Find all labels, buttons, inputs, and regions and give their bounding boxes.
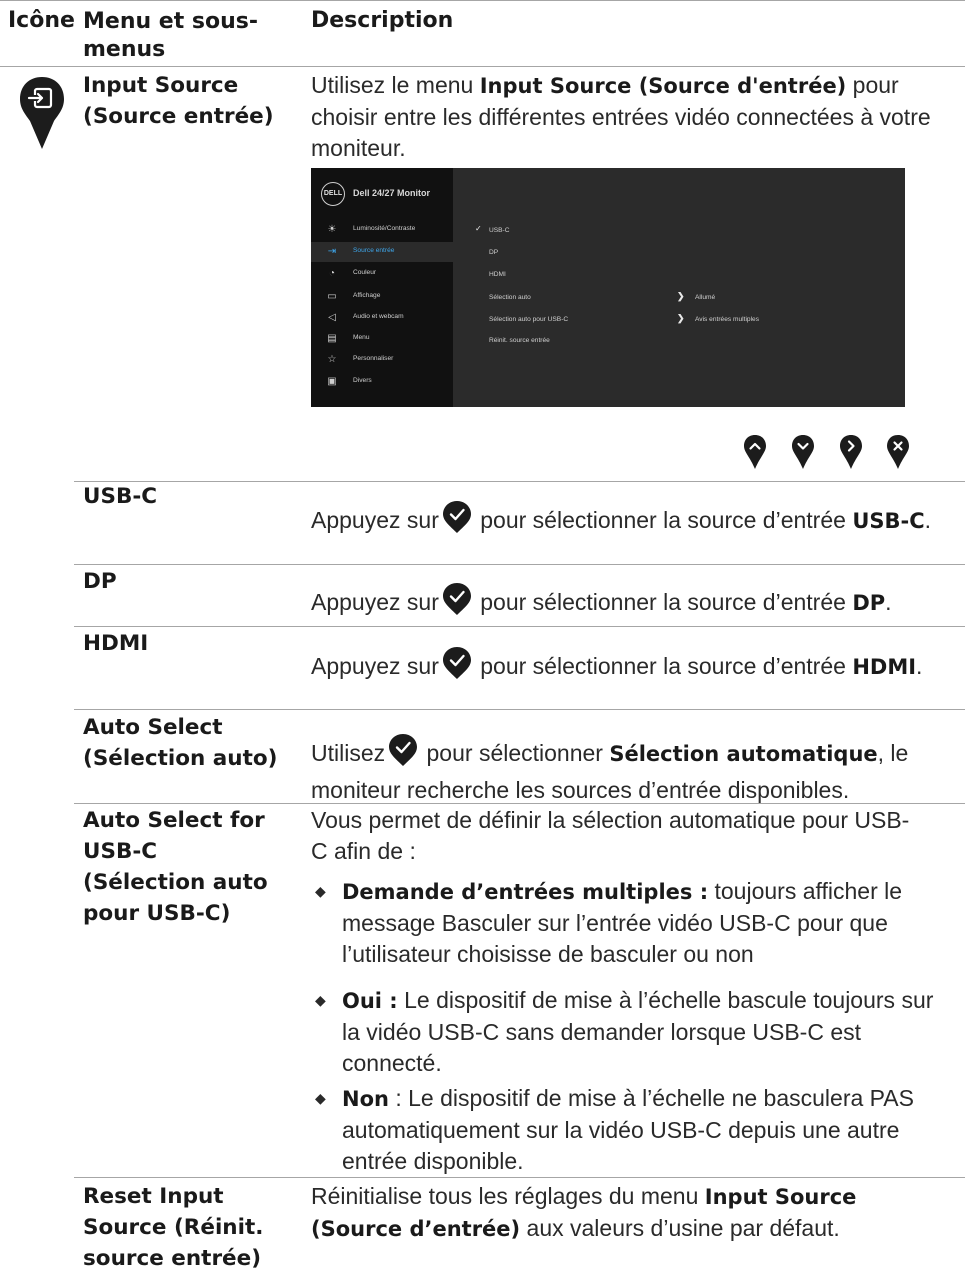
joystick-icons (742, 433, 912, 473)
row-rule (74, 1177, 965, 1178)
list-item: ◆ Oui : Le dispositif de mise à l’échelle… (315, 987, 934, 1076)
input-source-icon (17, 75, 67, 151)
osd-option-hdmi: HDMI (489, 271, 506, 278)
dp-description: Appuyez sur pour sélectionner la source … (311, 582, 951, 624)
osd-option-auto-select: Sélection auto (489, 294, 531, 301)
osd-menu-item-others: ▣ Divers (311, 372, 453, 392)
osd-menu-item-menu: ▤ Menu (311, 329, 453, 349)
display-icon: ▭ (327, 291, 337, 302)
row-rule (74, 709, 965, 710)
osd-menu-item-personalize: ☆ Personnaliser (311, 350, 453, 370)
up-icon (744, 435, 766, 469)
auto-select-description: Utilisez pour sélectionner Sélection aut… (311, 733, 951, 806)
usbc-description: Appuyez sur pour sélectionner la source … (311, 500, 931, 542)
bullet-icon: ◆ (315, 1090, 326, 1106)
menu-hdmi: HDMI (83, 631, 149, 656)
list-item: ◆ Non : Le dispositif de mise à l’échelle… (315, 1085, 914, 1174)
check-icon (442, 500, 472, 542)
osd-option-dp: DP (489, 249, 499, 256)
osd-option-usbc: USB-C (489, 227, 510, 234)
header-description-column: Description (311, 8, 454, 33)
chevron-right-icon: ❯ (677, 291, 685, 301)
input-source-icon: ⇥ (327, 246, 337, 257)
row-rule (74, 803, 965, 804)
osd-value-auto-select-usbc: Avis entrées multiples (695, 316, 760, 323)
star-icon: ☆ (327, 354, 337, 365)
osd-menu-item-display: ▭ Affichage (311, 287, 453, 307)
color-icon: ◔ (328, 268, 336, 279)
osd-menu-item-color: ◔ Couleur (311, 264, 453, 284)
osd-option-reset: Réinit. source entrée (489, 337, 550, 344)
row-rule (74, 564, 965, 565)
bullet-icon: ◆ (315, 883, 326, 899)
check-icon (442, 646, 472, 688)
check-icon: ✓ (475, 224, 482, 233)
auto-select-usbc-intro: Vous permet de définir la sélection auto… (311, 807, 910, 864)
check-icon (388, 733, 418, 775)
menu-auto-select: Auto Select (Sélection auto) (83, 715, 278, 771)
menu-reset-input-source: Reset Input Source (Réinit. source entré… (83, 1184, 264, 1271)
header-rule (0, 66, 965, 67)
menu-dp: DP (83, 569, 117, 594)
right-icon (840, 435, 862, 469)
chevron-right-icon: ❯ (677, 313, 685, 323)
osd-screenshot: DELL Dell 24/27 Monitor ☀ Luminosité/Cont… (311, 168, 905, 407)
osd-option-auto-select-usbc: Sélection auto pour USB-C (489, 316, 569, 323)
bullet-icon: ◆ (315, 992, 326, 1008)
audio-icon: ◁ (328, 312, 336, 323)
check-icon (442, 582, 472, 624)
osd-value-auto-select: Allumé (695, 294, 716, 301)
input-source-description: Utilisez le menu Input Source (Source d'… (311, 72, 931, 161)
down-icon (792, 435, 814, 469)
table-top-rule (0, 0, 965, 1)
menu-icon: ▤ (327, 333, 337, 344)
close-icon (887, 435, 909, 469)
menu-auto-select-usbc: Auto Select for USB-C (Sélection auto po… (83, 808, 268, 926)
menu-input-source: Input Source (Source entrée) (83, 73, 274, 129)
osd-menu-item-brightness: ☀ Luminosité/Contraste (311, 220, 453, 240)
dell-logo: DELL (321, 182, 345, 206)
list-item: ◆ Demande d’entrées multiples : toujours … (315, 878, 903, 967)
osd-menu-item-input-source: ⇥ Source entrée (311, 242, 453, 262)
osd-title: Dell 24/27 Monitor (353, 188, 431, 198)
osd-menu-item-audio: ◁ Audio et webcam (311, 308, 453, 328)
brightness-icon: ☀ (327, 224, 337, 235)
row-rule (74, 626, 965, 627)
hdmi-description: Appuyez sur pour sélectionner la source … (311, 646, 931, 688)
header-icon-column: Icône (8, 8, 75, 33)
reset-description: Réinitialise tous les réglages du menu I… (311, 1183, 857, 1241)
header-menu-column: Menu et sous-menus (83, 9, 258, 62)
menu-usbc: USB-C (83, 484, 158, 509)
others-icon: ▣ (327, 376, 337, 387)
